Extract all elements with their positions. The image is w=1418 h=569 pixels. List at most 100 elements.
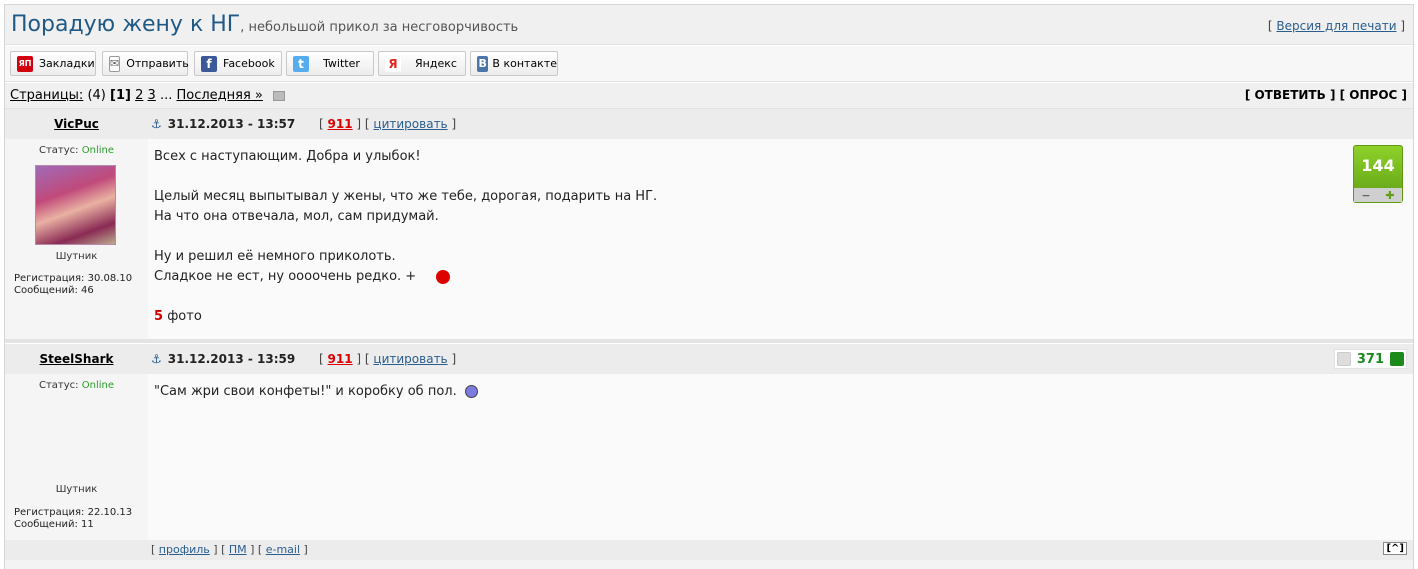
photo-label: фото: [167, 309, 202, 324]
rate-up-icon[interactable]: ✚: [1385, 189, 1394, 202]
post-date: 31.12.2013 - 13:57: [167, 117, 296, 131]
post-line: Всех с наступающим. Добра и улыбок!: [154, 149, 421, 164]
author-link[interactable]: VicPuc: [54, 117, 99, 131]
user-stats: Регистрация: 30.08.10 Сообщений: 46: [14, 273, 132, 297]
post-line-with-smiley: "Сам жри свои конфеты!" и коробку об пол…: [154, 382, 478, 402]
bracket-close: ]: [300, 543, 308, 556]
author-status: Статус: Online: [5, 380, 148, 391]
pagination-bar: Страницы: (4) [1] 2 3 ... Последняя » [ …: [5, 83, 1413, 109]
yandex-icon: Я: [385, 55, 401, 72]
bracket-mid: ] [: [209, 543, 229, 556]
post-author: VicPuc: [5, 117, 148, 131]
page-jump-icon[interactable]: [273, 90, 286, 101]
author-info: Статус: Online Шутник Регистрация: 30.08…: [5, 139, 148, 339]
photo-count[interactable]: 5 фото: [154, 307, 657, 327]
page-3-link[interactable]: 3: [148, 88, 156, 103]
bracket-mid: ] [: [352, 117, 374, 131]
profile-link[interactable]: профиль: [159, 543, 210, 556]
anchor-icon[interactable]: ⚓: [151, 352, 162, 366]
thumb-up-icon[interactable]: [1390, 352, 1404, 366]
vk-icon: В: [477, 55, 489, 72]
pm-link[interactable]: ПМ: [229, 543, 247, 556]
yap-icon: ЯП: [17, 55, 33, 72]
post-footer: [ профиль ] [ ПМ ] [ e-mail ] [^]: [5, 540, 1413, 560]
rate-down-icon[interactable]: −: [1361, 189, 1370, 202]
topic-title: Порадую жену к НГ, небольшой прикол за н…: [11, 12, 518, 37]
post-line: Ну и решил её немного приколоть.: [154, 249, 396, 264]
post-rating: 371: [1333, 349, 1407, 369]
post-line: "Сам жри свои конфеты!" и коробку об пол…: [154, 384, 457, 399]
anchor-icon[interactable]: ⚓: [151, 117, 162, 131]
avatar: [35, 165, 116, 245]
email-link[interactable]: e-mail: [266, 543, 300, 556]
thumb-down-icon[interactable]: [1336, 352, 1351, 366]
post-number-link[interactable]: 911: [328, 352, 353, 366]
author-status: Статус: Online: [5, 145, 148, 156]
reply-button[interactable]: [ ОТВЕТИТЬ ]: [1245, 88, 1336, 102]
author-link[interactable]: SteelShark: [40, 352, 114, 366]
quote-link[interactable]: цитировать: [373, 352, 447, 366]
quote-link[interactable]: цитировать: [373, 117, 447, 131]
post-number-link[interactable]: 911: [328, 117, 353, 131]
vkontakte-button[interactable]: ВВ контакте: [470, 51, 558, 76]
bracket-mid: ] [: [352, 352, 374, 366]
post-line: На что она отвечала, мол, сам придумай.: [154, 209, 439, 224]
post-header: SteelShark ⚓ 31.12.2013 - 13:59 [ 911 ] […: [5, 344, 1413, 374]
next-post-strip: [5, 560, 1413, 569]
post-line: Целый месяц выпытывал у жены, что же теб…: [154, 189, 658, 204]
send-label: Отправить: [126, 57, 189, 70]
bracket-open: [: [151, 543, 159, 556]
bookmarks-label: Закладки: [39, 57, 95, 70]
rating-value: 144: [1361, 156, 1395, 175]
post-footer-links: [ профиль ] [ ПМ ] [ e-mail ]: [151, 543, 308, 556]
post-line-with-smiley: Сладкое не ест, ну оооочень редко. +: [154, 267, 657, 287]
author-info: Статус: Online Шутник Регистрация: 22.10…: [5, 374, 148, 540]
bracket-close: ]: [447, 117, 457, 131]
post-body: Всех с наступающим. Добра и улыбок! Целы…: [148, 139, 1413, 339]
facebook-icon: f: [201, 55, 217, 72]
send-button[interactable]: ✉ Отправить: [102, 51, 189, 76]
topic-actions: [ ОТВЕТИТЬ ] [ ОПРОС ]: [1245, 88, 1407, 102]
envelope-icon: ✉: [109, 55, 121, 72]
page-2-link[interactable]: 2: [135, 88, 143, 103]
bracket-open: [: [319, 352, 328, 366]
status-label: Статус:: [39, 380, 79, 391]
topic-title-text: Порадую жену к НГ: [11, 12, 241, 37]
topic-container: Порадую жену к НГ, небольшой прикол за н…: [4, 4, 1414, 569]
post-header: VicPuc ⚓ 31.12.2013 - 13:57 [ 911 ] [ цит…: [5, 109, 1413, 139]
page-count: (4): [87, 88, 106, 103]
facebook-label: Facebook: [223, 57, 275, 70]
twitter-button[interactable]: t Twitter: [286, 51, 374, 76]
smiley-icon: [464, 385, 478, 398]
registration-date: Регистрация: 30.08.10: [14, 273, 133, 284]
post-meta: ⚓ 31.12.2013 - 13:59 [ 911 ] [ цитировать…: [151, 352, 456, 366]
last-page-link[interactable]: Последняя »: [176, 88, 262, 103]
vkontakte-label: В контакте: [492, 57, 557, 70]
scroll-top-button[interactable]: [^]: [1383, 542, 1407, 555]
pages-link[interactable]: Страницы:: [10, 88, 83, 103]
user-stats: Регистрация: 22.10.13 Сообщений: 11: [14, 507, 132, 531]
yandex-button[interactable]: Я Яндекс: [378, 51, 466, 76]
status-online: Online: [81, 380, 114, 391]
topic-subtitle: , небольшой прикол за несговорчивость: [240, 20, 519, 35]
bracket-mid: ] [: [246, 543, 266, 556]
status-label: Статус:: [39, 145, 79, 156]
bookmarks-button[interactable]: ЯП Закладки: [10, 51, 96, 76]
yandex-label: Яндекс: [415, 57, 457, 70]
bracket-close: ]: [447, 352, 457, 366]
facebook-button[interactable]: f Facebook: [194, 51, 282, 76]
poll-button[interactable]: [ ОПРОС ]: [1340, 88, 1407, 102]
post-meta: ⚓ 31.12.2013 - 13:57 [ 911 ] [ цитировать…: [151, 117, 456, 131]
topic-title-bar: Порадую жену к НГ, небольшой прикол за н…: [5, 5, 1413, 45]
post-divider: [5, 339, 1413, 343]
photo-number: 5: [154, 309, 164, 324]
status-online: Online: [81, 145, 114, 156]
pagination: Страницы: (4) [1] 2 3 ... Последняя »: [10, 88, 286, 103]
post-rating: 144 − ✚: [1353, 145, 1403, 203]
post-line: Сладкое не ест, ну оооочень редко. +: [154, 269, 417, 284]
print-version-link[interactable]: Версия для печати: [1276, 19, 1396, 33]
message-count: Сообщений: 11: [14, 519, 94, 530]
post-body: "Сам жри свои конфеты!" и коробку об пол…: [148, 374, 1413, 540]
post-text: "Сам жри свои конфеты!" и коробку об пол…: [154, 382, 478, 402]
registration-date: Регистрация: 22.10.13: [14, 507, 133, 518]
